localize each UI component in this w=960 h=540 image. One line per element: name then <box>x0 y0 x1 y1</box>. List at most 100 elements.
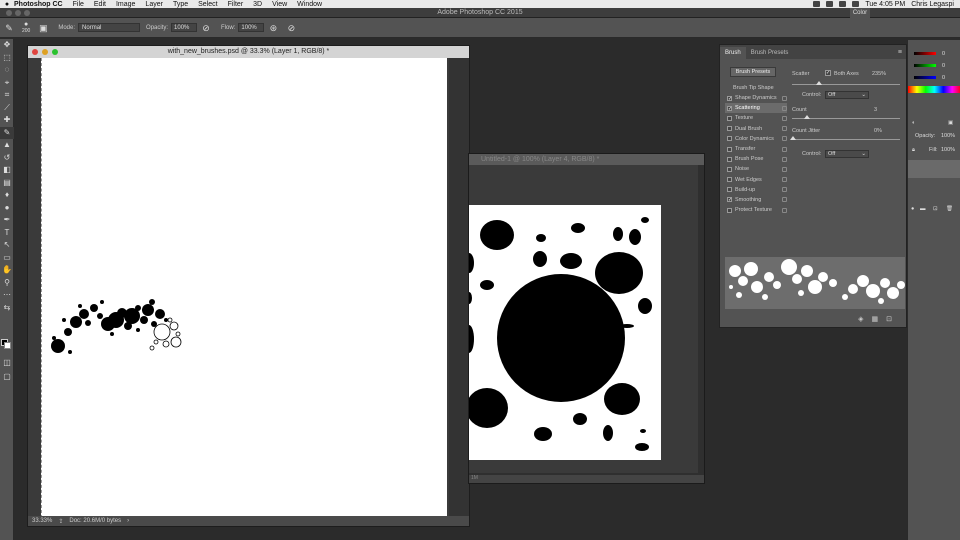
checkbox-checked-icon[interactable]: ✓ <box>727 197 732 203</box>
pressure-opacity-icon[interactable]: ⊘ <box>201 23 211 33</box>
more-tools-icon[interactable]: ⋯ <box>0 289 14 302</box>
brush-tip-shape-item[interactable]: Brush Tip Shape <box>725 83 787 93</box>
layer-opacity-value[interactable]: 100% <box>941 133 955 139</box>
option-protect-texture[interactable]: Protect Texture <box>725 205 787 215</box>
menu-layer[interactable]: Layer <box>145 1 163 8</box>
checkbox-icon[interactable] <box>727 115 732 121</box>
menu-select[interactable]: Select <box>198 1 217 8</box>
lock-icon[interactable] <box>782 95 787 101</box>
lock-icon[interactable] <box>782 166 787 172</box>
history-brush-tool-icon[interactable]: ↺ <box>0 152 14 165</box>
lock-icon[interactable] <box>782 156 787 162</box>
path-select-tool-icon[interactable]: ↖ <box>0 239 14 252</box>
marquee-tool-icon[interactable]: ⬚ <box>0 52 14 65</box>
zoom-level[interactable]: 33.33% <box>32 518 52 524</box>
background-color-swatch[interactable] <box>4 342 11 349</box>
checkbox-icon[interactable] <box>727 207 732 213</box>
lock-icon[interactable] <box>782 187 787 193</box>
option-texture[interactable]: Texture <box>725 113 787 123</box>
toggle-hardness-icon[interactable]: ◈ <box>858 315 863 325</box>
grid-icon[interactable]: ▦ <box>872 315 879 325</box>
healing-tool-icon[interactable]: ✚ <box>0 114 14 127</box>
blur-tool-icon[interactable]: ♦ <box>0 189 14 202</box>
scatter-value[interactable]: 235% <box>872 71 886 77</box>
move-tool-icon[interactable]: ✥ <box>0 39 14 52</box>
doc-close-button[interactable] <box>32 49 38 55</box>
volume-icon[interactable] <box>839 1 847 7</box>
blue-slider[interactable] <box>914 76 936 79</box>
brush-tip-canvas[interactable] <box>469 205 661 460</box>
swap-colors-icon[interactable]: ⇆ <box>0 302 14 315</box>
green-value[interactable]: 0 <box>942 63 945 69</box>
airbrush-icon[interactable]: ⊛ <box>268 23 278 33</box>
checkbox-icon[interactable] <box>727 187 732 193</box>
share-icon[interactable]: ⇪ <box>58 518 63 525</box>
hand-tool-icon[interactable]: ✋ <box>0 264 14 277</box>
tab-brush[interactable]: Brush <box>720 47 746 59</box>
status-icon[interactable] <box>813 1 821 7</box>
color-spectrum[interactable] <box>908 86 960 93</box>
wifi-icon[interactable] <box>826 1 834 7</box>
count-slider-knob[interactable] <box>804 115 810 119</box>
eyedropper-tool-icon[interactable]: ⟋ <box>0 102 14 115</box>
lock-layer-icon[interactable]: ▣ <box>948 120 953 126</box>
lock-icon[interactable] <box>782 115 787 121</box>
checkbox-checked-icon[interactable]: ✓ <box>727 95 732 101</box>
count-jitter-value[interactable]: 0% <box>874 128 882 134</box>
checkbox-icon[interactable] <box>727 126 732 132</box>
flow-input[interactable]: 100% <box>238 23 265 32</box>
count-jitter-slider[interactable] <box>792 139 900 140</box>
option-transfer[interactable]: Transfer <box>725 144 787 154</box>
both-axes-checkbox[interactable]: ✓ <box>825 70 831 76</box>
delete-layer-icon[interactable]: 🗑︎ <box>946 206 953 212</box>
option-scattering[interactable]: ✓ Scattering <box>725 103 787 114</box>
option-brush-pose[interactable]: Brush Pose <box>725 154 787 164</box>
lasso-tool-icon[interactable]: ◌ <box>0 64 14 77</box>
stamp-tool-icon[interactable]: ▲ <box>0 139 14 152</box>
pressure-size-icon[interactable]: ⊘ <box>286 23 296 33</box>
menu-view[interactable]: View <box>272 1 287 8</box>
checkbox-icon[interactable] <box>727 166 732 172</box>
checkbox-checked-icon[interactable]: ✓ <box>727 105 732 111</box>
panel-menu-icon[interactable]: ≡ <box>898 47 902 59</box>
new-group-icon[interactable]: ▬ <box>920 206 926 212</box>
dodge-tool-icon[interactable]: ● <box>0 202 14 215</box>
menu-3d[interactable]: 3D <box>253 1 262 8</box>
zoom-tool-icon[interactable]: ⚲ <box>0 277 14 290</box>
color-panel-tab[interactable]: Color <box>850 8 870 18</box>
brush-presets-button[interactable]: Brush Presets <box>730 67 776 77</box>
flag-icon[interactable] <box>852 1 860 7</box>
clock[interactable]: Tue 4:05 PM <box>865 1 905 8</box>
menu-filter[interactable]: Filter <box>228 1 244 8</box>
new-layer-icon[interactable]: ⊡ <box>933 206 938 212</box>
document-canvas[interactable] <box>41 58 447 518</box>
opacity-input[interactable]: 100% <box>171 23 198 32</box>
count-value[interactable]: 3 <box>874 107 877 113</box>
quick-mask-icon[interactable]: ◫ <box>0 357 14 370</box>
control-select[interactable]: Off ⌄ <box>825 91 869 99</box>
option-noise[interactable]: Noise <box>725 164 787 174</box>
menu-edit[interactable]: Edit <box>94 1 106 8</box>
checkbox-icon[interactable] <box>727 136 732 142</box>
lock-icon[interactable] <box>782 197 787 203</box>
quick-select-tool-icon[interactable]: ⌖ <box>0 77 14 90</box>
vertical-scrollbar[interactable] <box>449 58 469 518</box>
menu-file[interactable]: File <box>73 1 84 8</box>
scatter-slider-knob[interactable] <box>816 81 822 85</box>
type-tool-icon[interactable]: T <box>0 227 14 240</box>
layer-fill-value[interactable]: 100% <box>941 147 955 153</box>
option-build-up[interactable]: Build-up <box>725 185 787 195</box>
app-menu[interactable]: Photoshop CC <box>14 1 63 8</box>
lock-icon[interactable] <box>782 105 787 111</box>
doc-minimize-button[interactable] <box>42 49 48 55</box>
brush-panel-toggle-icon[interactable]: ▣ <box>38 23 48 33</box>
lock-icon[interactable] <box>782 177 787 183</box>
doc-zoom-button[interactable] <box>52 49 58 55</box>
lock-icon[interactable] <box>782 146 787 152</box>
control2-select[interactable]: Off ⌄ <box>825 150 869 158</box>
crop-tool-icon[interactable]: ⌗ <box>0 89 14 102</box>
red-slider[interactable] <box>914 52 936 55</box>
new-preset-icon[interactable]: ⊡ <box>886 315 892 325</box>
brush-tool-icon-active[interactable]: ✎ <box>0 126 14 139</box>
gradient-tool-icon[interactable]: ▤ <box>0 177 14 190</box>
